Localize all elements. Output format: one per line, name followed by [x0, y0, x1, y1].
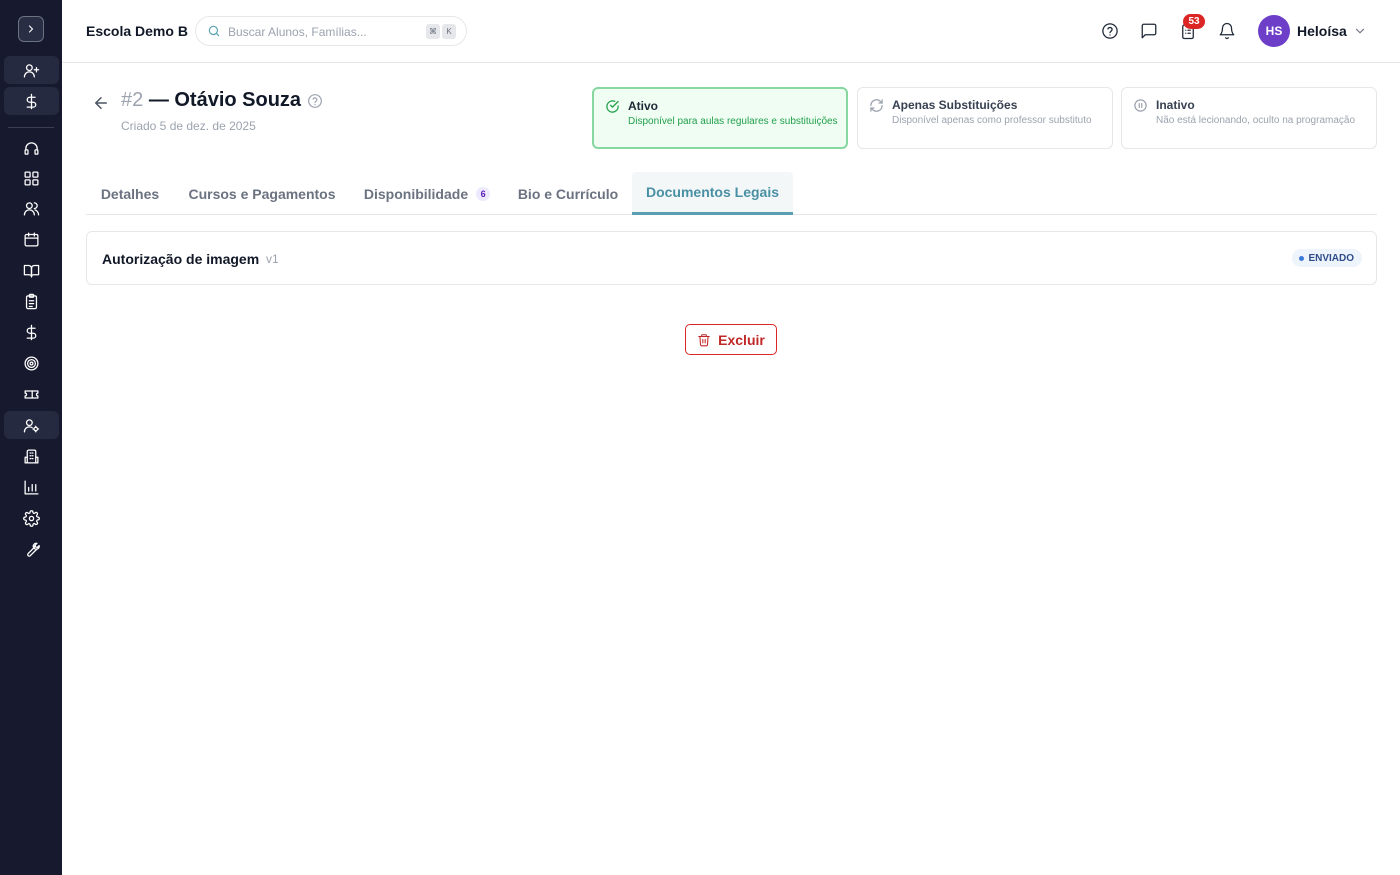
status-title: Apenas Substituições [892, 98, 1018, 112]
tab-courses-payments[interactable]: Cursos e Pagamentos [174, 172, 350, 215]
book-open-icon [23, 264, 40, 278]
sidebar-item-goals[interactable] [4, 349, 59, 377]
trash-icon [698, 333, 710, 346]
headset-icon [24, 141, 39, 155]
tab-bar: Detalhes Cursos e Pagamentos Disponibili… [86, 172, 1377, 215]
bar-chart-icon [24, 479, 39, 495]
status-badge: ENVIADO [1292, 249, 1362, 267]
back-arrow-icon[interactable] [92, 94, 110, 112]
tab-label: Bio e Currículo [517, 185, 619, 202]
status-description: Não está lecionando, oculto na programaç… [1156, 115, 1356, 126]
status-option-active[interactable]: Ativo Disponível para aulas regulares e … [592, 87, 848, 149]
bell-icon [1219, 22, 1235, 40]
sidebar-item-support[interactable] [4, 134, 59, 162]
sidebar-item-calendar[interactable] [4, 225, 59, 253]
tab-bio-resume[interactable]: Bio e Currículo [504, 172, 632, 215]
teacher-number: #2 [121, 89, 144, 111]
chevron-down-icon[interactable] [1353, 24, 1367, 38]
school-name: Escola Demo B [86, 23, 188, 39]
user-avatar[interactable]: HS [1258, 15, 1290, 47]
sidebar-item-tools[interactable] [4, 535, 59, 563]
sidebar-item-attendance[interactable] [4, 287, 59, 315]
tab-label: Cursos e Pagamentos [188, 185, 336, 202]
page-title: #2 — Otávio Souza [121, 89, 301, 112]
refresh-icon [870, 99, 883, 112]
sidebar-item-reports[interactable] [4, 473, 59, 501]
wrench-icon [27, 542, 40, 557]
sidebar-item-finance[interactable] [4, 318, 59, 346]
search-box[interactable]: ⌘ K [195, 16, 467, 46]
shortcut-key-cmd: ⌘ [426, 24, 440, 39]
created-date: Criado 5 de dez. de 2025 [121, 119, 256, 133]
help-button[interactable] [1100, 21, 1120, 41]
clipboard-icon [25, 293, 38, 309]
sidebar [0, 0, 62, 875]
status-title: Inativo [1156, 98, 1195, 112]
sidebar-item-dashboard[interactable] [4, 164, 59, 192]
message-square-icon [1141, 23, 1157, 39]
sidebar-divider [8, 127, 54, 128]
chevron-right-icon [28, 25, 34, 33]
help-circle-icon[interactable] [307, 93, 323, 109]
settings-icon [23, 509, 40, 527]
teacher-name: — Otávio Souza [148, 89, 302, 111]
status-dot [1299, 256, 1305, 261]
document-row[interactable]: Autorização de imagem v1 ENVIADO [86, 231, 1377, 285]
status-description: Disponível para aulas regulares e substi… [628, 116, 838, 127]
sidebar-toggle-button[interactable] [18, 16, 44, 42]
sidebar-item-settings[interactable] [4, 504, 59, 532]
messages-button[interactable] [1139, 21, 1159, 41]
sidebar-item-buildings[interactable] [4, 442, 59, 470]
search-input[interactable] [228, 22, 418, 42]
status-badge-label: ENVIADO [1308, 252, 1354, 264]
user-name[interactable]: Heloísa [1297, 23, 1347, 39]
user-cog-icon [23, 418, 40, 433]
tab-availability[interactable]: Disponibilidade 6 [350, 172, 504, 215]
sidebar-item-add-user[interactable] [4, 56, 59, 84]
check-circle-icon [606, 100, 619, 113]
notification-count-badge: 53 [1183, 14, 1205, 29]
status-option-substitute-only[interactable]: Apenas Substituições Disponível apenas c… [857, 87, 1113, 149]
pause-circle-icon [1134, 99, 1147, 112]
dollar-icon [26, 324, 37, 340]
delete-button[interactable]: Excluir [685, 324, 777, 355]
document-name: Autorização de imagem [102, 251, 260, 267]
dollar-icon [26, 93, 37, 109]
grid-icon [24, 170, 39, 186]
sidebar-item-users[interactable] [4, 194, 59, 222]
sidebar-item-teachers[interactable] [4, 411, 59, 439]
users-icon [23, 201, 40, 216]
sidebar-item-courses[interactable] [4, 256, 59, 284]
sidebar-item-finance-quick[interactable] [4, 87, 59, 115]
delete-button-label: Excluir [718, 331, 765, 348]
tab-label: Disponibilidade [363, 185, 469, 202]
calendar-icon [24, 231, 39, 247]
status-description: Disponível apenas como professor substit… [892, 115, 1092, 126]
tab-details[interactable]: Detalhes [86, 172, 174, 215]
top-header: Escola Demo B ⌘ K 53 HS Heloísa [62, 0, 1400, 63]
ticket-icon [24, 389, 39, 399]
user-plus-icon [23, 63, 40, 78]
search-icon [208, 25, 220, 37]
target-icon [24, 355, 39, 371]
notifications-button[interactable] [1217, 21, 1237, 41]
building-icon [24, 448, 39, 464]
tab-count-badge: 6 [476, 186, 491, 201]
tab-label: Documentos Legais [645, 184, 780, 200]
tab-label: Detalhes [100, 185, 160, 202]
sidebar-item-tickets[interactable] [4, 380, 59, 408]
status-option-inactive[interactable]: Inativo Não está lecionando, oculto na p… [1121, 87, 1377, 149]
tab-legal-documents[interactable]: Documentos Legais [632, 172, 793, 215]
help-circle-icon [1102, 23, 1118, 39]
shortcut-key-k: K [442, 24, 456, 39]
document-version: v1 [266, 252, 279, 266]
status-title: Ativo [628, 99, 658, 113]
